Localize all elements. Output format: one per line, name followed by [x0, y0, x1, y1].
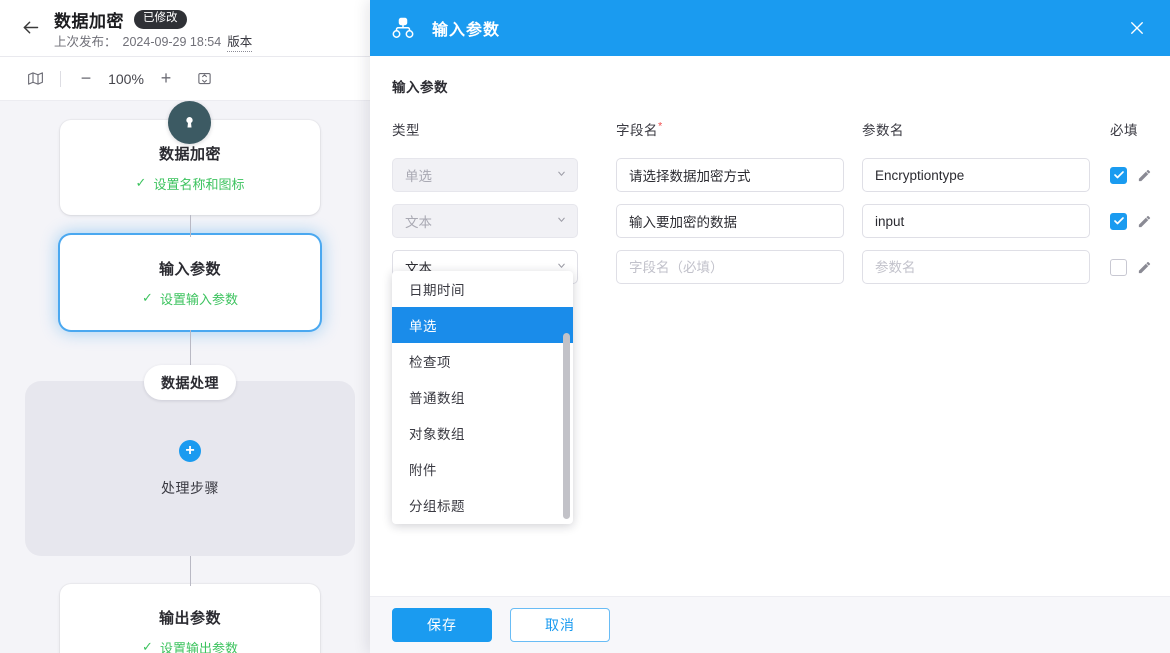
flow-node-process-group[interactable]: + 处理步骤 [25, 381, 355, 556]
connector-1 [190, 215, 191, 237]
column-header-param-name: 参数名 [862, 123, 904, 138]
fit-to-screen-icon[interactable] [191, 66, 217, 92]
flow-toolbar: − 100% + [0, 57, 370, 101]
type-dropdown-list: 日期时间 单选 检查项 普通数组 对象数组 附件 分组标题 [392, 271, 573, 523]
trash-icon-row-3[interactable] [1162, 254, 1170, 281]
field-name-input-row-1[interactable] [616, 158, 844, 192]
flow-title-row: 数据加密 已修改 [54, 7, 187, 32]
page-title: 数据加密 [54, 12, 124, 31]
flow-node-subtitle-label: 设置名称和图标 [153, 176, 245, 192]
app-root: 数据加密 已修改 上次发布： 2024-09-29 18:54 版本 − 100… [0, 0, 1170, 653]
type-select-row-2[interactable]: 文本 [392, 204, 578, 238]
type-select-value: 单选 [405, 169, 432, 184]
pencil-icon-row-1[interactable] [1131, 162, 1158, 189]
node-hierarchy-icon [388, 13, 418, 43]
param-table: 类型 字段名* 参数名 必填 单选 请选择数据加密方式 Encryptionty… [392, 106, 1151, 290]
back-arrow-icon[interactable] [18, 15, 42, 39]
process-step-label: 处理步骤 [161, 479, 219, 496]
dropdown-option-5[interactable]: 附件 [392, 451, 573, 487]
flow-node-subtitle: ✓ 设置输入参数 [142, 289, 238, 308]
zoom-out-button[interactable]: − [73, 66, 99, 92]
flow-canvas[interactable]: 数据加密 ✓ 设置名称和图标 输入参数 ✓ 设置输入参数 + 处理步骤 数据处理 [0, 101, 370, 653]
dialog-body: 输入参数 类型 字段名* 参数名 必填 单选 请选择数据加密方式 Encrypt… [370, 56, 1170, 596]
dropdown-option-6[interactable]: 分组标题 [392, 487, 573, 523]
lock-keyhole-icon [168, 101, 211, 144]
row-actions-row-3: + [1110, 254, 1170, 281]
dropdown-option-3[interactable]: 普通数组 [392, 379, 573, 415]
flow-node-title: 数据加密 [158, 145, 221, 163]
zoom-in-button[interactable]: + [153, 66, 179, 92]
dropdown-option-4[interactable]: 对象数组 [392, 415, 573, 451]
dropdown-option-0[interactable]: 日期时间 [392, 271, 573, 307]
pencil-icon-row-2[interactable] [1131, 208, 1158, 235]
required-checkbox-row-1[interactable] [1110, 166, 1127, 184]
flow-subtitle-row: 上次发布： 2024-09-29 18:54 版本 [54, 31, 253, 52]
check-icon: ✓ [142, 639, 153, 653]
input-params-dialog: 输入参数 输入参数 类型 字段名* 参数名 必填 单选 请选择数据加密方式 En… [370, 0, 1170, 653]
version-link[interactable]: 版本 [227, 31, 253, 52]
dialog-title: 输入参数 [432, 22, 501, 39]
type-dropdown-menu: 日期时间 单选 检查项 普通数组 对象数组 附件 分组标题 [392, 271, 573, 524]
table-row: 单选 请选择数据加密方式 Encryptiontype [392, 152, 1151, 198]
table-header-row: 类型 字段名* 参数名 必填 [392, 106, 1148, 152]
dropdown-scrollbar-thumb[interactable] [563, 333, 570, 519]
flow-node-input-params[interactable]: 输入参数 ✓ 设置输入参数 [60, 235, 320, 330]
flow-node-subtitle: ✓ 设置名称和图标 [136, 174, 245, 193]
flow-node-title: 输出参数 [158, 609, 221, 627]
process-group-title[interactable]: 数据处理 [144, 365, 236, 400]
field-name-input-row-2[interactable] [616, 204, 844, 238]
chevron-down-icon [556, 214, 567, 228]
row-actions-row-1: + [1110, 162, 1170, 189]
dialog-footer: 保存 取消 [370, 596, 1170, 653]
type-select-value: 文本 [405, 215, 432, 230]
connector-3 [190, 556, 191, 586]
column-header-field-name: 字段名* [616, 120, 663, 139]
cancel-button[interactable]: 取消 [510, 608, 610, 642]
field-name-input-row-3[interactable] [616, 250, 844, 284]
column-header-type: 类型 [392, 123, 420, 138]
param-name-input-row-1[interactable] [862, 158, 1090, 192]
column-header-required: 必填 [1110, 123, 1138, 138]
flow-node-subtitle-label: 设置输出参数 [159, 640, 238, 653]
section-title: 输入参数 [392, 80, 448, 95]
trash-icon-row-2[interactable] [1162, 208, 1170, 235]
plus-circle-icon[interactable]: + [179, 439, 201, 462]
check-icon: ✓ [142, 290, 153, 305]
param-name-input-row-3[interactable] [862, 250, 1090, 284]
dropdown-scrollbar[interactable] [563, 333, 570, 519]
required-star: * [658, 120, 663, 133]
published-label: 上次发布： [54, 35, 117, 49]
flow-editor-pane: 数据加密 已修改 上次发布： 2024-09-29 18:54 版本 − 100… [0, 0, 370, 653]
dropdown-option-1[interactable]: 单选 [392, 307, 573, 343]
type-select-row-1[interactable]: 单选 [392, 158, 578, 192]
pencil-icon-row-3[interactable] [1131, 254, 1158, 281]
toolbar-divider [60, 70, 61, 87]
flow-node-subtitle: ✓ 设置输出参数 [142, 638, 238, 653]
required-checkbox-row-3[interactable] [1110, 258, 1127, 276]
flow-node-title: 输入参数 [158, 260, 221, 278]
trash-icon-row-1[interactable] [1162, 162, 1170, 189]
row-actions-row-2: + [1110, 208, 1170, 235]
save-button[interactable]: 保存 [392, 608, 492, 642]
map-panel-icon[interactable] [22, 66, 48, 92]
flow-header: 数据加密 已修改 上次发布： 2024-09-29 18:54 版本 [0, 0, 370, 57]
dropdown-option-2[interactable]: 检查项 [392, 343, 573, 379]
required-checkbox-row-2[interactable] [1110, 212, 1127, 230]
published-timestamp: 2024-09-29 18:54 [122, 35, 222, 49]
dialog-header: 输入参数 [370, 0, 1170, 56]
flow-node-output-params[interactable]: 输出参数 ✓ 设置输出参数 [60, 584, 320, 653]
check-icon: ✓ [135, 175, 147, 190]
param-name-input-row-2[interactable] [862, 204, 1090, 238]
chevron-down-icon [556, 168, 567, 182]
flow-node-subtitle-label: 设置输入参数 [159, 291, 238, 307]
status-badge: 已修改 [134, 10, 187, 29]
zoom-level: 100% [108, 70, 144, 87]
close-icon[interactable] [1124, 15, 1150, 41]
table-row: 文本 [392, 198, 1151, 244]
